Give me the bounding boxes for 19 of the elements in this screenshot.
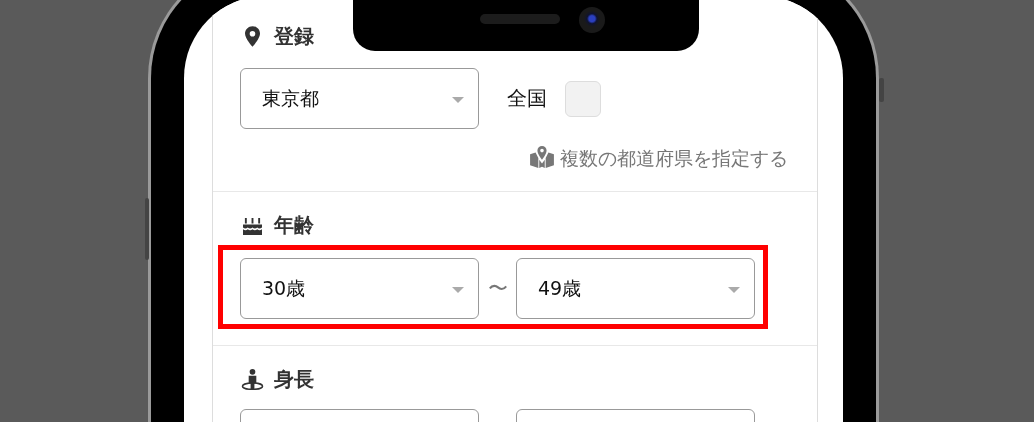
section-heading: 年齢 <box>274 213 314 237</box>
caret-icon <box>452 97 464 103</box>
select-value: 東京都 <box>262 85 319 111</box>
select-value: 30歳 <box>262 275 306 301</box>
select-field[interactable]: 30歳 <box>240 258 479 319</box>
section-heading: 身長 <box>274 367 314 391</box>
cake-icon <box>240 215 264 235</box>
checkbox-label: 全国 <box>507 85 547 112</box>
section-heading: 登録 <box>274 24 314 48</box>
prefecture-link[interactable]: 複数の都道府県を指定する <box>560 146 788 172</box>
caret-icon <box>452 287 464 293</box>
caret-icon <box>728 287 740 293</box>
camera-lens <box>579 7 605 33</box>
person-icon <box>240 368 264 390</box>
select-value: 49歳 <box>538 275 582 301</box>
range-separator: 〜 <box>486 275 509 302</box>
select-field[interactable]: 東京都 <box>240 68 479 129</box>
select-field[interactable]: 49歳 <box>516 258 755 319</box>
checkbox[interactable] <box>565 80 601 117</box>
